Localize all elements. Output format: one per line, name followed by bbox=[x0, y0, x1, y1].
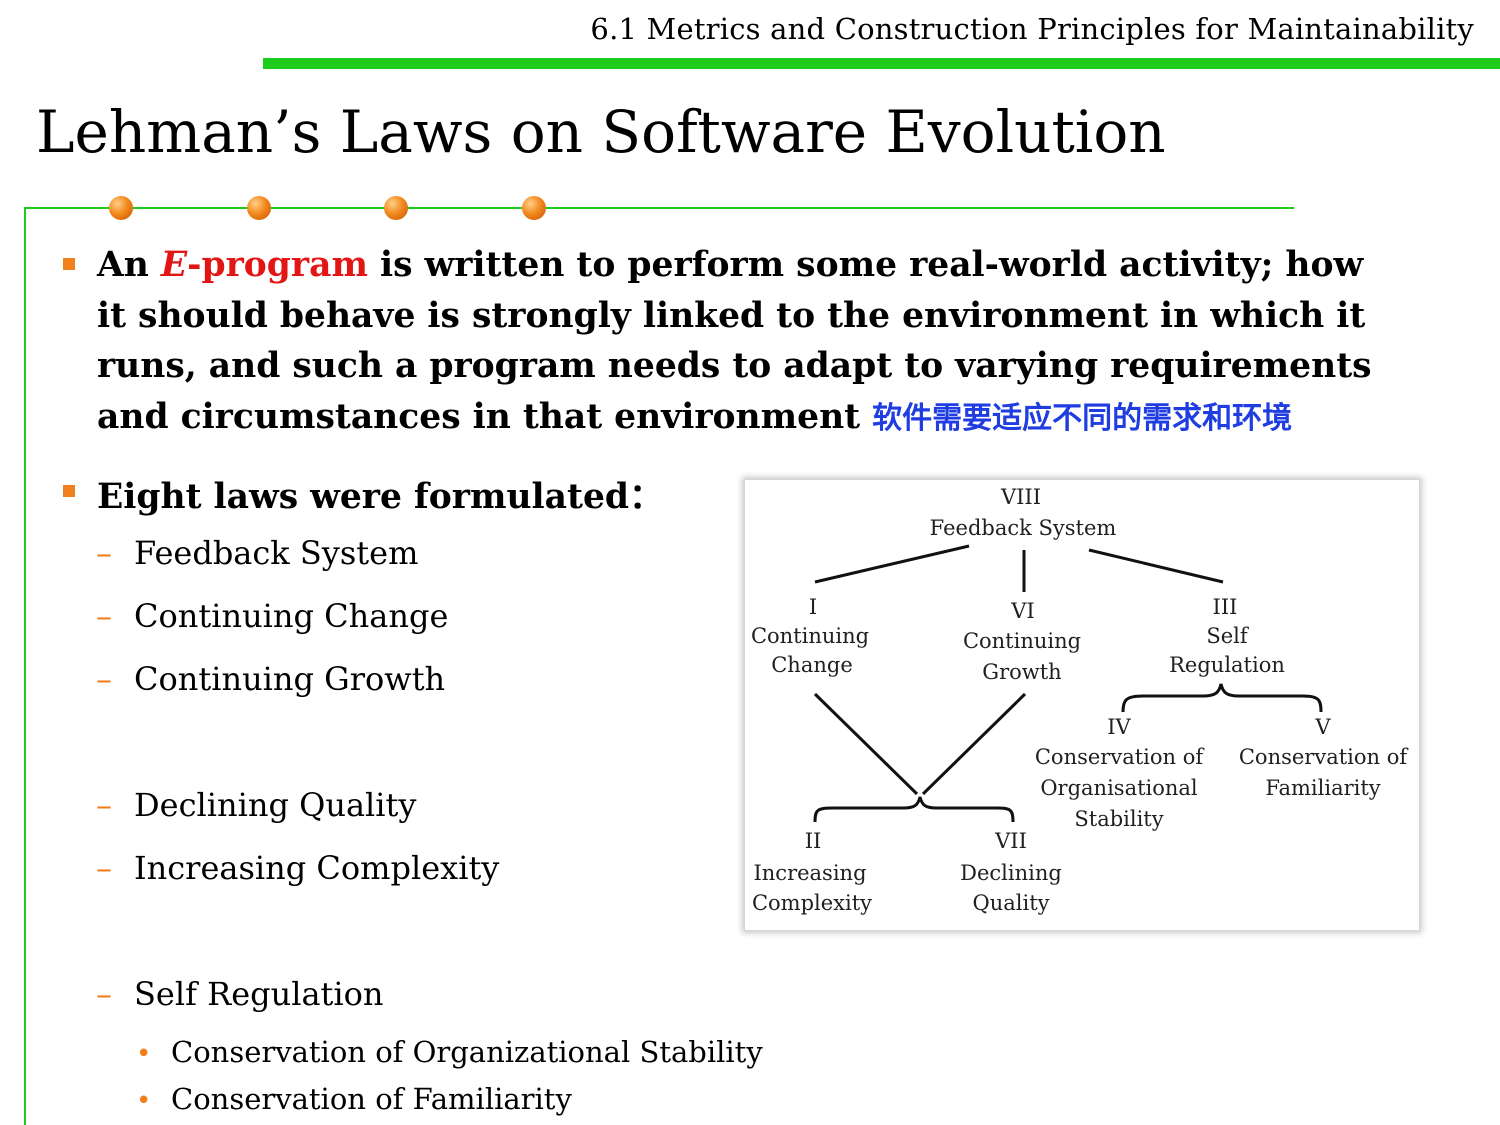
edge-vi-merge bbox=[921, 692, 1027, 796]
dash-icon: – bbox=[96, 786, 112, 824]
node-iii-label1: Self bbox=[1206, 624, 1250, 648]
dash-icon: – bbox=[96, 534, 112, 572]
node-vi-numeral: VI bbox=[1010, 599, 1034, 623]
node-vi-label2: Growth bbox=[982, 660, 1061, 684]
paragraph-lead: An bbox=[97, 245, 161, 285]
paragraph-line1: is written to perform some real-world ac… bbox=[367, 245, 1364, 285]
list-item: – Feedback System bbox=[96, 534, 419, 572]
bullet-square-icon bbox=[63, 485, 75, 497]
node-ii-numeral: II bbox=[805, 829, 822, 853]
slide-title: Lehman’s Laws on Software Evolution bbox=[36, 98, 1166, 166]
edge-i-merge bbox=[813, 692, 919, 796]
section-header: 6.1 Metrics and Construction Principles … bbox=[590, 12, 1474, 46]
header-accent-bar bbox=[263, 58, 1500, 69]
sub-list-item: • Conservation of Organizational Stabilit… bbox=[136, 1035, 763, 1069]
eight-laws-heading: Eight laws were formulated： bbox=[97, 477, 664, 517]
node-i-label1: Continuing bbox=[751, 624, 869, 648]
list-item: – Declining Quality bbox=[96, 786, 417, 824]
node-iii-numeral: III bbox=[1213, 595, 1238, 619]
brace-ii-vii bbox=[813, 796, 1015, 823]
list-item: – Continuing Change bbox=[96, 597, 449, 635]
node-viii-numeral: VIII bbox=[1000, 485, 1041, 509]
edge-viii-iii bbox=[1088, 548, 1224, 584]
eprogram-paragraph: An E-program is written to perform some … bbox=[97, 240, 1427, 444]
list-item: – Increasing Complexity bbox=[96, 849, 500, 887]
laws-diagram: VIII Feedback System I Continuing Change… bbox=[744, 479, 1420, 931]
node-vi-label1: Continuing bbox=[963, 629, 1081, 653]
paragraph-line3: runs, and such a program needs to adapt … bbox=[97, 346, 1372, 386]
decorative-dot bbox=[247, 196, 271, 220]
dash-icon: – bbox=[96, 597, 112, 635]
list-item: – Self Regulation bbox=[96, 975, 384, 1013]
left-border-line bbox=[24, 207, 26, 1125]
node-iv-label2: Organisational bbox=[1040, 776, 1198, 800]
dash-icon: – bbox=[96, 975, 112, 1013]
node-vii-numeral: VII bbox=[994, 829, 1027, 853]
decorative-dot bbox=[522, 196, 546, 220]
node-iv-label1: Conservation of bbox=[1035, 745, 1206, 769]
node-iii-label2: Regulation bbox=[1169, 653, 1285, 677]
dash-icon: – bbox=[96, 849, 112, 887]
node-vii-label2: Quality bbox=[973, 891, 1050, 915]
decorative-dot bbox=[384, 196, 408, 220]
bullet-dot-icon: • bbox=[136, 1039, 152, 1069]
node-i-label2: Change bbox=[771, 653, 853, 677]
chinese-note: 软件需要适应不同的需求和环境 bbox=[872, 400, 1293, 436]
node-iv-label3: Stability bbox=[1074, 807, 1163, 831]
bullet-square-icon bbox=[63, 258, 75, 270]
dash-icon: – bbox=[96, 660, 112, 698]
brace-iv-v bbox=[1121, 683, 1323, 713]
node-iv-numeral: IV bbox=[1107, 715, 1131, 739]
eprogram-term: E-program bbox=[160, 245, 368, 285]
paragraph-line4: and circumstances in that environment bbox=[97, 396, 873, 437]
node-v-label1: Conservation of bbox=[1239, 745, 1410, 769]
title-underline bbox=[24, 207, 1294, 209]
paragraph-line2: it should behave is strongly linked to t… bbox=[97, 295, 1366, 336]
sub-list-item: • Conservation of Familiarity bbox=[136, 1082, 572, 1116]
node-v-numeral: V bbox=[1314, 715, 1331, 739]
node-ii-label2: Complexity bbox=[752, 891, 872, 915]
laws-diagram-svg: VIII Feedback System I Continuing Change… bbox=[751, 485, 1410, 915]
bullet-dot-icon: • bbox=[136, 1086, 152, 1116]
edge-viii-i bbox=[814, 544, 970, 584]
decorative-dot bbox=[109, 196, 133, 220]
node-viii-label: Feedback System bbox=[930, 516, 1117, 540]
node-ii-label1: Increasing bbox=[753, 861, 866, 885]
list-item: – Continuing Growth bbox=[96, 660, 446, 698]
node-i-numeral: I bbox=[809, 595, 817, 619]
node-v-label2: Familiarity bbox=[1265, 776, 1380, 800]
node-vii-label1: Declining bbox=[960, 861, 1062, 885]
